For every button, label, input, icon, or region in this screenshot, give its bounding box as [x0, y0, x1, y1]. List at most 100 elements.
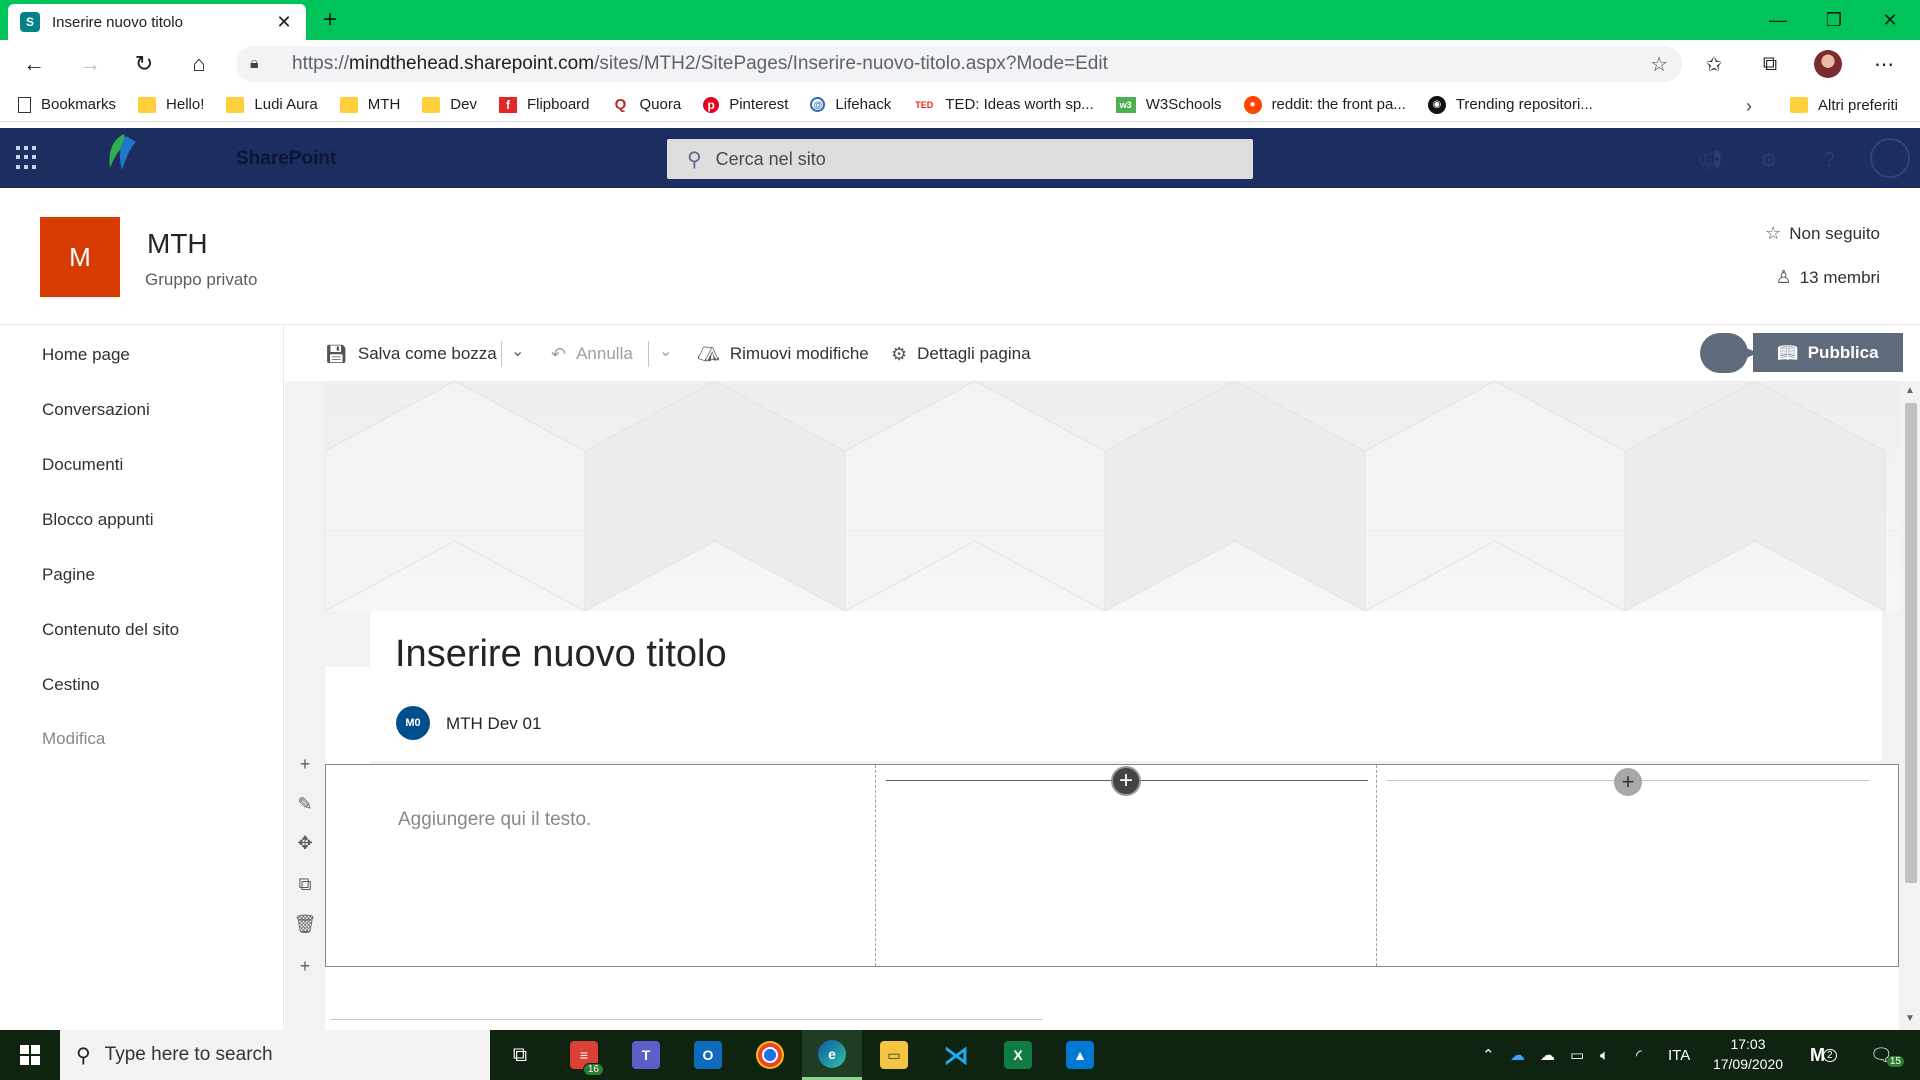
bookmark-item[interactable]: Bookmarks — [18, 96, 116, 113]
bookmark-item[interactable]: TED TED: Ideas worth sp... — [913, 96, 1093, 113]
todoist-app-icon[interactable]: ≡ 16 — [554, 1030, 614, 1080]
bookmark-item[interactable]: @ Lifehack — [810, 96, 891, 113]
nav-item-home[interactable]: Home page — [42, 345, 130, 365]
site-logo[interactable]: M — [40, 217, 120, 297]
publish-button[interactable]: 📖︎ Pubblica — [1753, 333, 1903, 372]
members-button[interactable]: ♙ 13 membri — [1776, 267, 1880, 288]
bookmark-item[interactable]: ● reddit: the front pa... — [1243, 95, 1406, 114]
add-webpart-plus-icon[interactable]: + — [1111, 766, 1141, 796]
nav-item-conversations[interactable]: Conversazioni — [42, 400, 150, 420]
photos-app-icon[interactable]: ▲ — [1050, 1030, 1110, 1080]
bookmark-item[interactable]: Q Quora — [612, 96, 682, 113]
add-webpart-plus-icon[interactable]: + — [1614, 768, 1642, 796]
help-icon[interactable]: ? — [1815, 146, 1843, 174]
page-section-three-column[interactable] — [325, 764, 1899, 967]
nav-item-recycle-bin[interactable]: Cestino — [42, 675, 100, 695]
nav-item-notebook[interactable]: Blocco appunti — [42, 510, 154, 530]
banner-pattern — [325, 381, 1900, 611]
excel-app-icon[interactable]: X — [988, 1030, 1048, 1080]
bookmark-item[interactable]: p Pinterest — [703, 96, 788, 113]
start-button[interactable] — [0, 1030, 60, 1080]
vertical-scrollbar[interactable]: ▲ ▼ — [1900, 381, 1920, 1030]
nav-item-documents[interactable]: Documenti — [42, 455, 123, 475]
org-logo-icon[interactable] — [104, 132, 138, 172]
browser-tab-active[interactable]: S Inserire nuovo titolo ✕ — [8, 4, 306, 40]
taskbar-clock[interactable]: 17:03 17/09/2020 — [1708, 1034, 1788, 1074]
m-app-tray-icon[interactable]: M2 — [1810, 1030, 1837, 1080]
notification-center-icon[interactable]: 🗨︎ 15 — [1870, 1030, 1904, 1080]
more-menu-icon[interactable]: ⋯ — [1866, 48, 1902, 80]
app-launcher-waffle-icon[interactable] — [16, 146, 40, 170]
delete-section-trash-icon[interactable]: 🗑︎ — [293, 912, 317, 936]
new-tab-icon[interactable]: + — [316, 6, 344, 34]
edit-section-icon[interactable]: ✎ — [293, 792, 317, 816]
battery-icon[interactable]: ▭ — [1570, 1030, 1584, 1080]
undo-options-chevron-icon[interactable]: ⌄ — [659, 341, 672, 361]
page-details-button[interactable]: ⚙ Dettagli pagina — [891, 341, 1031, 367]
page-title-input[interactable]: Inserire nuovo titolo — [395, 633, 727, 676]
save-draft-button[interactable]: 💾︎ Salva come bozza — [325, 341, 497, 367]
reddit-icon: ● — [1243, 95, 1262, 114]
refresh-icon[interactable]: ↻ — [126, 48, 162, 80]
file-explorer-app-icon[interactable]: ▭ — [864, 1030, 924, 1080]
wifi-icon[interactable]: ◜ — [1636, 1030, 1642, 1080]
outlook-app-icon[interactable]: O — [678, 1030, 738, 1080]
site-search-input[interactable]: ⚲ Cerca nel sito — [667, 139, 1253, 179]
account-avatar[interactable] — [1870, 138, 1910, 178]
tray-overflow-chevron-icon[interactable]: ⌃ — [1482, 1030, 1495, 1080]
restore-icon[interactable]: ❐ — [1806, 0, 1862, 40]
taskbar-search-input[interactable]: ⚲ Type here to search — [60, 1030, 490, 1080]
chrome-app-icon[interactable] — [740, 1030, 800, 1080]
bookmark-item[interactable]: w3 W3Schools — [1115, 96, 1222, 113]
nav-edit-link[interactable]: Modifica — [42, 729, 105, 749]
sharepoint-brand[interactable]: SharePoint — [236, 148, 336, 170]
title-banner-image[interactable] — [325, 381, 1900, 611]
scroll-up-arrow-icon[interactable]: ▲ — [1905, 385, 1915, 396]
forward-arrow-icon[interactable]: → — [72, 48, 108, 80]
settings-gear-icon[interactable]: ⚙ — [1755, 146, 1783, 174]
bookmark-item[interactable]: Ludi Aura — [226, 96, 318, 113]
bookmark-item[interactable]: f Flipboard — [498, 96, 590, 113]
vscode-app-icon[interactable]: ⋊ — [926, 1030, 986, 1080]
text-webpart-placeholder[interactable]: Aggiungere qui il testo. — [398, 809, 591, 831]
nav-item-site-contents[interactable]: Contenuto del sito — [42, 620, 179, 640]
bookmark-item[interactable]: Dev — [422, 96, 477, 113]
add-section-below-plus-icon[interactable]: + — [293, 954, 317, 978]
profile-avatar[interactable] — [1810, 48, 1846, 80]
teams-app-icon[interactable]: T — [616, 1030, 676, 1080]
save-options-chevron-icon[interactable]: ⌄ — [511, 341, 524, 361]
megaphone-icon[interactable]: 📢︎ — [1696, 146, 1724, 174]
favorites-list-icon[interactable]: ✩ — [1696, 48, 1732, 80]
window-close-icon[interactable]: ✕ — [1862, 0, 1918, 40]
scroll-down-arrow-icon[interactable]: ▼ — [1905, 1013, 1915, 1024]
address-bar[interactable]: 🔒︎ https://mindthehead.sharepoint.com/si… — [236, 46, 1682, 82]
bookmark-item[interactable]: MTH — [339, 96, 400, 113]
duplicate-section-icon[interactable]: ⧉ — [293, 872, 317, 896]
scrollbar-thumb[interactable] — [1905, 403, 1917, 883]
input-language[interactable]: ITA — [1668, 1030, 1690, 1080]
onedrive-personal-icon[interactable]: ☁ — [1540, 1030, 1555, 1080]
nav-item-pages[interactable]: Pagine — [42, 565, 95, 585]
follow-button[interactable]: ☆ Non seguito — [1765, 223, 1880, 244]
move-section-icon[interactable]: ✥ — [293, 831, 317, 855]
onedrive-icon[interactable]: ☁ — [1510, 1030, 1525, 1080]
discard-changes-button[interactable]: ⛺︎ Rimuovi modifiche — [697, 341, 869, 367]
author-name[interactable]: MTH Dev 01 — [446, 714, 541, 734]
collections-icon[interactable]: ⧉ — [1752, 48, 1788, 80]
undo-button[interactable]: ↶ Annulla — [551, 341, 633, 367]
minimize-icon[interactable]: — — [1750, 0, 1806, 40]
task-view-icon[interactable]: ⧉ — [490, 1030, 550, 1080]
site-title[interactable]: MTH — [147, 228, 208, 260]
favorite-star-icon[interactable]: ☆ — [1650, 52, 1668, 77]
back-arrow-icon[interactable]: ← — [16, 48, 52, 80]
bookmarks-overflow-chevron-icon[interactable]: › — [1746, 96, 1752, 117]
bookmark-item[interactable]: ◉ Trending repositori... — [1427, 95, 1593, 114]
comment-bubble-icon[interactable] — [1700, 333, 1758, 373]
tab-close-icon[interactable]: ✕ — [274, 12, 294, 33]
add-section-plus-icon[interactable]: + — [293, 752, 317, 776]
bookmark-item[interactable]: Hello! — [138, 96, 204, 113]
volume-icon[interactable]: 🔈︎ — [1600, 1030, 1609, 1080]
home-icon[interactable]: ⌂ — [181, 48, 217, 80]
other-favorites[interactable]: Altri preferiti — [1790, 88, 1898, 122]
edge-app-icon[interactable]: e — [802, 1030, 862, 1080]
